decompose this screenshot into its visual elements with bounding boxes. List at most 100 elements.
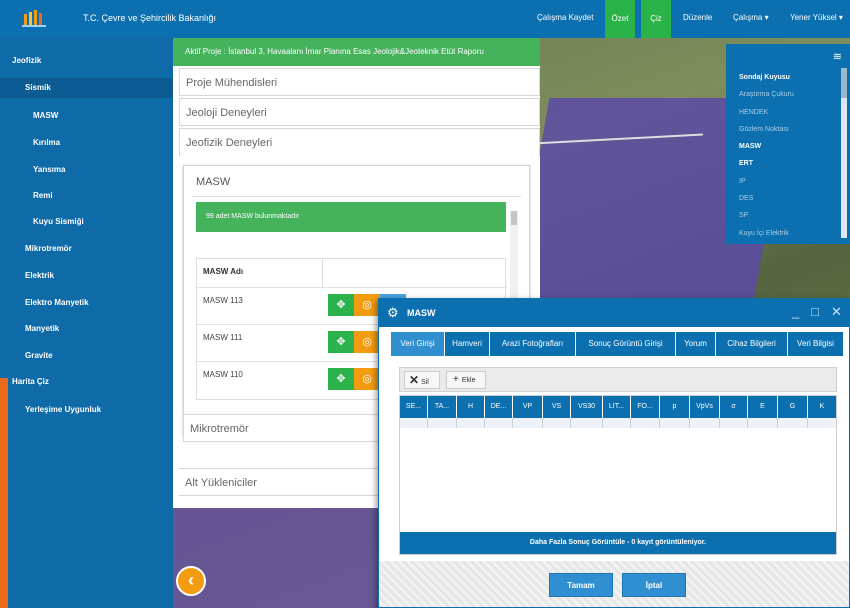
grid-cell — [571, 418, 603, 428]
grid-cell — [485, 418, 513, 428]
scrollbar-thumb[interactable] — [511, 211, 517, 225]
sidebar-item-elektro-manyetik[interactable]: Elektro Manyetik — [0, 298, 173, 307]
grid-cell — [748, 418, 778, 428]
locate-button[interactable]: ✥ — [328, 294, 354, 316]
accordion-jeofizik-deneyleri[interactable]: Jeofizik Deneyleri — [179, 128, 540, 156]
sidebar-item-jeofizik[interactable]: Jeofizik — [0, 56, 173, 65]
save-work-button[interactable]: Çalışma Kaydet — [537, 13, 593, 22]
delete-label: Sil — [421, 379, 429, 386]
layer-item[interactable]: DES — [739, 195, 753, 202]
sidebar-item-yerlesime-uygunluk[interactable]: Yerleşime Uygunluk — [0, 405, 173, 414]
sidebar-item-mikrotremor[interactable]: Mikrotremör — [0, 244, 173, 253]
sidebar-item-kirilma[interactable]: Kırılma — [0, 138, 173, 147]
sidebar-item-masw[interactable]: MASW — [0, 111, 173, 120]
layer-item[interactable]: Sondaj Kuyusu — [739, 74, 790, 81]
layer-item[interactable]: ERT — [739, 160, 753, 167]
grid-cell — [631, 418, 660, 428]
column-header[interactable]: p — [660, 396, 690, 418]
masw-dialog: ⚙ MASW _ □ ✕ Veri Girişi Hamveri Arazi F… — [378, 298, 850, 608]
column-header[interactable]: VpVs — [690, 396, 720, 418]
delete-button[interactable]: ✕ Sil — [404, 371, 440, 389]
work-menu[interactable]: Çalışma ▾ — [733, 13, 769, 22]
add-button[interactable]: + Ekle — [446, 371, 486, 389]
back-button[interactable]: ‹ — [176, 566, 206, 596]
masw-count-alert: 99 adet MASW bulunmaktadır — [196, 202, 506, 232]
grid-cell — [603, 418, 631, 428]
tab-arazi-fotograflari[interactable]: Arazi Fotoğrafları — [490, 332, 576, 356]
layers-icon[interactable]: ≋ — [833, 50, 842, 63]
tab-hamveri[interactable]: Hamveri — [445, 332, 490, 356]
target-button[interactable]: ◎ — [354, 368, 380, 390]
layer-item[interactable]: SP — [739, 212, 748, 219]
layer-item[interactable]: MASW — [739, 143, 761, 150]
grid-cell — [543, 418, 571, 428]
sidebar: Jeofizik Sismik MASW Kırılma Yansıma Rem… — [0, 38, 173, 608]
layer-item[interactable]: Kuyu İçi Elektrik — [739, 230, 789, 237]
column-divider — [322, 259, 323, 287]
active-project-banner: Aktif Proje : İstanbul 3. Havaalanı İmar… — [173, 38, 540, 66]
layer-item[interactable]: Araştırma Çukuru — [739, 91, 794, 98]
column-header[interactable]: VS30 — [571, 396, 603, 418]
gear-icon: ⚙ — [387, 305, 399, 320]
maximize-icon[interactable]: □ — [811, 304, 819, 319]
masw-name-column-header: MASW Adı — [203, 267, 244, 276]
grid-footer-more-results[interactable]: Daha Fazla Sonuç Görüntüle - 0 kayıt gör… — [400, 532, 836, 554]
column-header[interactable]: H — [457, 396, 485, 418]
target-button[interactable]: ◎ — [354, 331, 380, 353]
column-header[interactable]: VP — [513, 396, 543, 418]
scrollbar-thumb[interactable] — [841, 68, 847, 98]
ministry-logo-icon — [22, 10, 46, 27]
sidebar-item-gravite[interactable]: Gravite — [0, 351, 173, 360]
cancel-button[interactable]: İptal — [622, 573, 686, 597]
tab-veri-girisi[interactable]: Veri Girişi — [391, 332, 445, 356]
minimize-icon[interactable]: _ — [792, 304, 799, 319]
sidebar-item-sismik[interactable]: Sismik — [0, 78, 173, 98]
layer-item[interactable]: Gözlem Noktası — [739, 126, 789, 133]
layers-scrollbar[interactable] — [841, 68, 847, 238]
column-header[interactable]: E — [748, 396, 778, 418]
app-title: T.C. Çevre ve Şehircilik Bakanlığı — [83, 13, 217, 23]
tab-yorum[interactable]: Yorum — [676, 332, 716, 356]
column-header[interactable]: FO... — [631, 396, 660, 418]
column-header[interactable]: σ — [720, 396, 748, 418]
sidebar-item-kuyu-sismigi[interactable]: Kuyu Sismiği — [0, 217, 173, 226]
sidebar-item-harita-ciz[interactable]: Harita Çiz — [0, 377, 173, 386]
sidebar-item-yansima[interactable]: Yansıma — [0, 165, 173, 174]
target-button[interactable]: ◎ — [354, 294, 380, 316]
accordion-jeoloji-deneyleri[interactable]: Jeoloji Deneyleri — [179, 98, 540, 126]
grid-toolbar: ✕ Sil + Ekle — [399, 367, 837, 392]
tab-veri-bilgisi[interactable]: Veri Bilgisi — [788, 332, 843, 356]
ok-button[interactable]: Tamam — [549, 573, 613, 597]
column-header[interactable]: SE... — [400, 396, 428, 418]
dialog-footer — [379, 561, 849, 607]
column-header[interactable]: LIT... — [603, 396, 631, 418]
column-header[interactable]: VS — [543, 396, 571, 418]
column-header[interactable]: DE... — [485, 396, 513, 418]
tab-cihaz-bilgileri[interactable]: Cihaz Bilgileri — [716, 332, 788, 356]
accordion-proje-muhendisleri[interactable]: Proje Mühendisleri — [179, 68, 540, 96]
locate-button[interactable]: ✥ — [328, 331, 354, 353]
layer-item[interactable]: IP — [739, 178, 746, 185]
sidebar-item-elektrik[interactable]: Elektrik — [0, 271, 173, 280]
grid-cell — [428, 418, 457, 428]
orange-accent-strip — [0, 378, 8, 608]
chevron-left-icon: ‹ — [188, 570, 194, 590]
tab-sonuc-goruntu-girisi[interactable]: Sonuç Görüntü Girişi — [576, 332, 676, 356]
grid-cell — [690, 418, 720, 428]
close-icon[interactable]: ✕ — [831, 304, 842, 320]
dialog-title: MASW — [407, 308, 436, 318]
column-header[interactable]: TA... — [428, 396, 457, 418]
user-menu[interactable]: Yener Yüksel ▾ — [790, 13, 843, 22]
masw-card-title: MASW — [196, 176, 231, 188]
locate-button[interactable]: ✥ — [328, 368, 354, 390]
draw-button[interactable]: Çiz — [641, 0, 671, 38]
grid-cell — [660, 418, 690, 428]
edit-menu[interactable]: Düzenle — [683, 13, 712, 22]
sidebar-item-remi[interactable]: Remi — [0, 191, 173, 200]
dialog-title-bar[interactable]: ⚙ MASW _ □ ✕ — [379, 299, 849, 327]
layer-item[interactable]: HENDEK — [739, 109, 768, 116]
summary-button[interactable]: Özet — [605, 0, 635, 38]
column-header[interactable]: G — [778, 396, 808, 418]
column-header[interactable]: K — [808, 396, 836, 418]
sidebar-item-manyetik[interactable]: Manyetik — [0, 324, 173, 333]
